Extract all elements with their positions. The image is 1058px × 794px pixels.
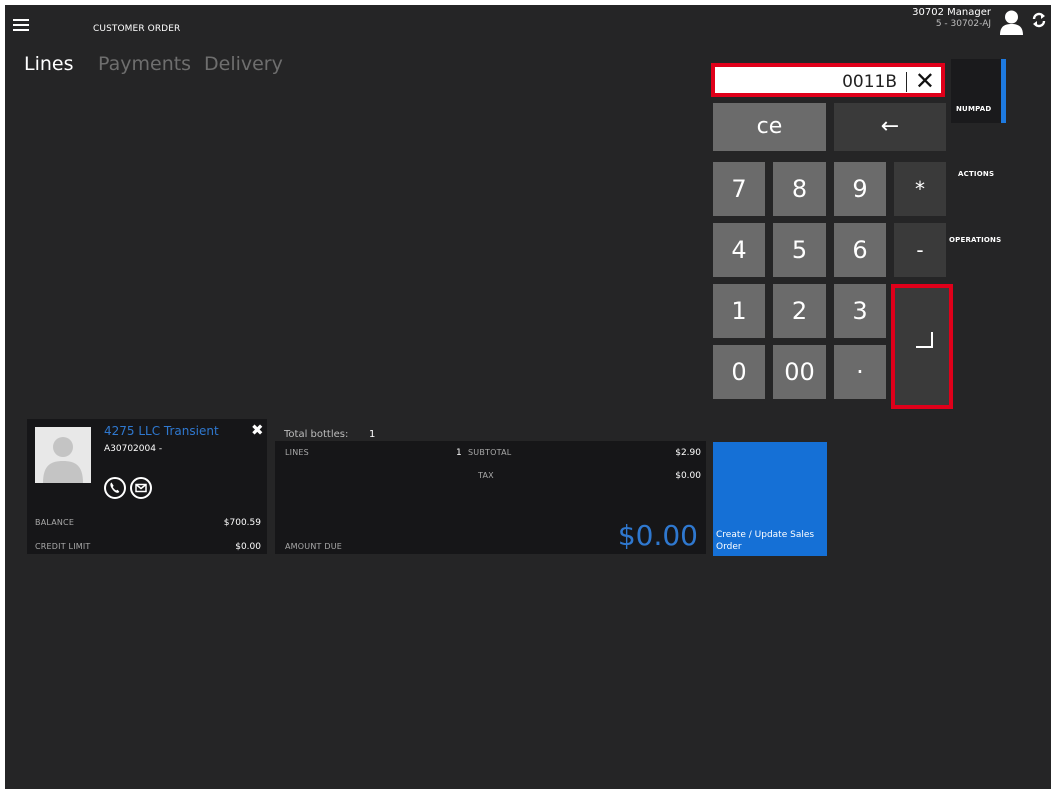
- key-clear-entry[interactable]: ce: [713, 103, 826, 151]
- page-title: CUSTOMER ORDER: [93, 24, 181, 34]
- tax-label: TAX: [478, 471, 494, 480]
- tab-payments[interactable]: Payments: [98, 53, 191, 75]
- key-backspace[interactable]: ←: [834, 103, 946, 151]
- side-menu-actions[interactable]: ACTIONS: [958, 170, 994, 178]
- total-bottles-value: 1: [369, 429, 376, 440]
- customer-card: 4275 LLC Transient ✖ A30702004 - BALANCE…: [27, 419, 267, 554]
- subtotal-value: $2.90: [675, 448, 701, 458]
- hamburger-menu-icon[interactable]: [13, 19, 29, 33]
- enter-icon: [916, 332, 933, 348]
- subtotal-label: SUBTOTAL: [468, 448, 512, 457]
- key-5[interactable]: 5: [773, 223, 826, 277]
- tab-lines[interactable]: Lines: [24, 53, 74, 75]
- total-bottles-label: Total bottles:: [284, 429, 349, 440]
- balance-label: BALANCE: [35, 518, 75, 527]
- lines-label: LINES: [285, 448, 309, 457]
- user-name: 30702 Manager: [912, 7, 991, 18]
- tax-value: $0.00: [675, 471, 701, 481]
- credit-limit-value: $0.00: [235, 542, 261, 552]
- numpad-input[interactable]: 0011B ✕: [711, 63, 945, 97]
- store-id: 5 - 30702-AJ: [935, 19, 991, 29]
- create-update-sales-order-button[interactable]: Create / Update Sales Order: [713, 442, 827, 556]
- lines-value: 1: [456, 448, 462, 458]
- key-0[interactable]: 0: [713, 345, 765, 399]
- side-menu-operations[interactable]: OPERATIONS: [949, 236, 1001, 244]
- numpad-input-value: 0011B: [842, 72, 897, 92]
- customer-avatar-icon: [35, 427, 91, 483]
- key-8[interactable]: 8: [773, 162, 826, 216]
- customer-name[interactable]: 4275 LLC Transient: [104, 424, 219, 438]
- side-menu-selected-indicator: [1001, 59, 1006, 123]
- clear-input-icon[interactable]: ✕: [915, 67, 935, 95]
- app-window: CUSTOMER ORDER 30702 Manager 5 - 30702-A…: [5, 5, 1051, 789]
- credit-limit-label: CREDIT LIMIT: [35, 542, 91, 551]
- totals-panel: LINES 1 SUBTOTAL $2.90 TAX $0.00 AMOUNT …: [275, 441, 706, 554]
- remove-customer-icon[interactable]: ✖: [251, 421, 264, 439]
- key-1[interactable]: 1: [713, 284, 765, 338]
- key-2[interactable]: 2: [773, 284, 826, 338]
- key-decimal[interactable]: ·: [834, 345, 886, 399]
- key-9[interactable]: 9: [834, 162, 886, 216]
- phone-icon[interactable]: [104, 477, 126, 499]
- key-enter[interactable]: [891, 284, 953, 409]
- email-icon[interactable]: [130, 477, 152, 499]
- balance-value: $700.59: [223, 518, 261, 528]
- customer-account: A30702004 -: [104, 444, 163, 454]
- key-00[interactable]: 00: [773, 345, 826, 399]
- key-minus[interactable]: -: [894, 223, 946, 277]
- key-multiply[interactable]: *: [894, 162, 946, 216]
- key-7[interactable]: 7: [713, 162, 765, 216]
- side-menu-numpad[interactable]: [951, 59, 1001, 123]
- amount-due-value: $0.00: [617, 519, 698, 552]
- create-update-sales-order-label: Create / Update Sales Order: [716, 530, 815, 552]
- key-4[interactable]: 4: [713, 223, 765, 277]
- text-caret: [906, 72, 907, 92]
- key-3[interactable]: 3: [834, 284, 886, 338]
- side-menu-numpad-label[interactable]: NUMPAD: [956, 105, 991, 113]
- amount-due-label: AMOUNT DUE: [285, 542, 343, 551]
- key-6[interactable]: 6: [834, 223, 886, 277]
- refresh-icon[interactable]: [1031, 11, 1047, 29]
- user-avatar-icon[interactable]: [1000, 9, 1023, 35]
- tab-delivery[interactable]: Delivery: [204, 53, 283, 75]
